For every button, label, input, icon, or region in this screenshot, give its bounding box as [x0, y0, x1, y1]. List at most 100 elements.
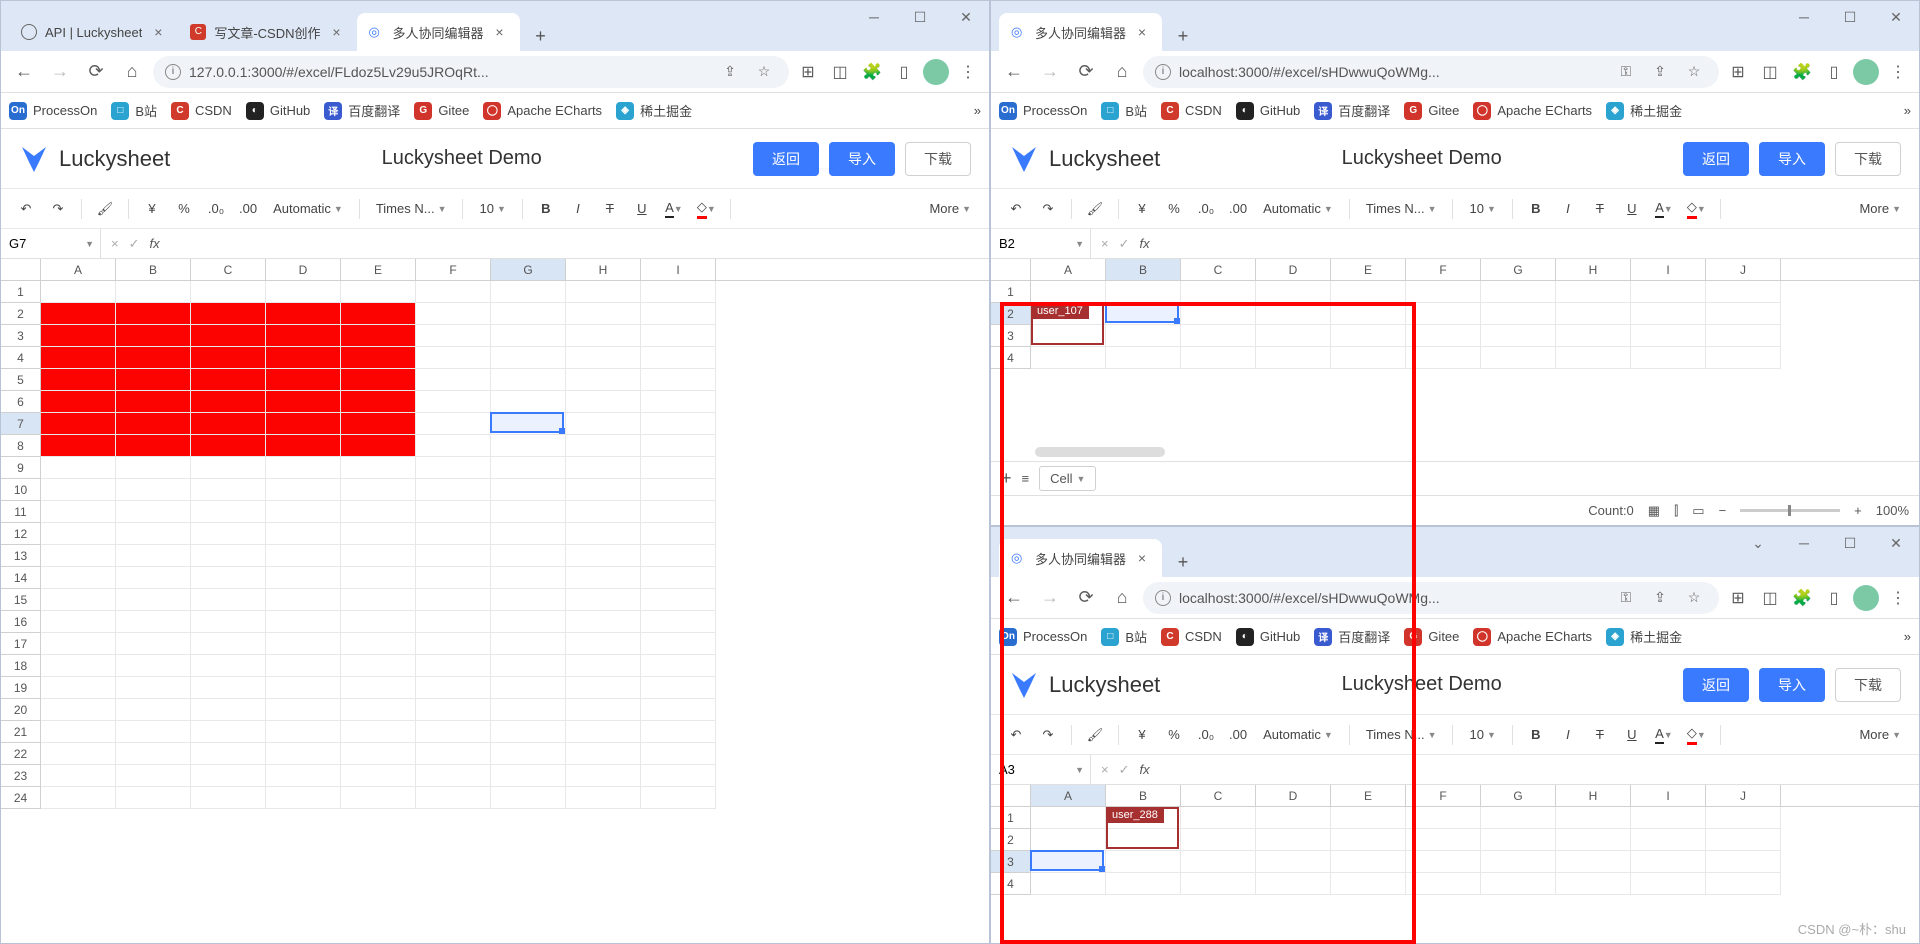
cell[interactable] [41, 589, 116, 611]
back-button[interactable]: ← [999, 583, 1029, 613]
bookmarks-overflow[interactable]: » [974, 103, 981, 118]
cell[interactable] [1106, 347, 1181, 369]
cell[interactable] [566, 435, 641, 457]
row-header[interactable]: 4 [991, 347, 1030, 369]
cell[interactable] [191, 281, 266, 303]
cell[interactable] [116, 655, 191, 677]
cell[interactable] [191, 545, 266, 567]
view-break-icon[interactable]: ▭ [1692, 503, 1704, 519]
cell[interactable] [1031, 807, 1106, 829]
cell[interactable] [1406, 851, 1481, 873]
cell[interactable] [41, 787, 116, 809]
more-button[interactable]: More ▼ [1853, 727, 1907, 742]
cell[interactable] [341, 787, 416, 809]
cell[interactable] [491, 391, 566, 413]
cell[interactable] [266, 611, 341, 633]
row-header[interactable]: 24 [1, 787, 40, 809]
cell[interactable] [191, 479, 266, 501]
cell[interactable] [266, 413, 341, 435]
new-tab-button[interactable]: + [526, 21, 556, 51]
profile-avatar[interactable] [923, 59, 949, 85]
inc-decimal-button[interactable]: .00 [1225, 195, 1251, 223]
cell[interactable] [1031, 303, 1106, 325]
cell[interactable] [116, 721, 191, 743]
menu-icon[interactable]: ⋮ [1885, 59, 1911, 85]
cell[interactable] [116, 699, 191, 721]
url-input[interactable]: i localhost:3000/#/excel/sHDwwuQoWMg... … [1143, 56, 1719, 88]
cell[interactable] [341, 523, 416, 545]
cell[interactable] [341, 479, 416, 501]
cell[interactable] [641, 303, 716, 325]
cell[interactable] [266, 787, 341, 809]
cell[interactable] [416, 281, 491, 303]
row-header[interactable]: 21 [1, 721, 40, 743]
cell[interactable] [1481, 325, 1556, 347]
cell[interactable] [191, 413, 266, 435]
site-info-icon[interactable]: i [1155, 64, 1171, 80]
cell[interactable] [191, 655, 266, 677]
cell[interactable] [1181, 303, 1256, 325]
more-button[interactable]: More ▼ [1853, 201, 1907, 216]
cell[interactable] [1481, 807, 1556, 829]
size-select[interactable]: 10 ▼ [473, 201, 511, 216]
cell[interactable] [1556, 807, 1631, 829]
row-header[interactable]: 5 [1, 369, 40, 391]
cell[interactable] [491, 501, 566, 523]
cell[interactable] [116, 479, 191, 501]
cell[interactable] [1706, 347, 1781, 369]
row-header[interactable]: 2 [991, 829, 1030, 851]
cell[interactable] [116, 765, 191, 787]
cell[interactable] [566, 303, 641, 325]
cell[interactable] [641, 369, 716, 391]
col-header[interactable]: G [491, 259, 566, 280]
cell[interactable] [416, 721, 491, 743]
cell[interactable] [1706, 325, 1781, 347]
app-logo[interactable]: Luckysheet [19, 144, 170, 174]
cell[interactable] [191, 787, 266, 809]
cell[interactable] [1031, 829, 1106, 851]
cell[interactable] [1631, 303, 1706, 325]
cell[interactable] [491, 787, 566, 809]
fill-color-button[interactable]: ◇ ▼ [1683, 721, 1710, 749]
close-icon[interactable]: × [329, 24, 345, 40]
row-header[interactable]: 16 [1, 611, 40, 633]
cell[interactable] [266, 523, 341, 545]
ext-icon[interactable]: ◫ [827, 59, 853, 85]
cell[interactable] [416, 325, 491, 347]
cell[interactable] [41, 633, 116, 655]
cell[interactable] [1481, 347, 1556, 369]
cell[interactable] [1106, 829, 1181, 851]
cell[interactable] [1406, 347, 1481, 369]
row-header[interactable]: 3 [991, 325, 1030, 347]
text-color-button[interactable]: A ▼ [1651, 195, 1677, 223]
cell[interactable] [491, 369, 566, 391]
text-color-button[interactable]: A ▼ [1651, 721, 1677, 749]
view-grid-icon[interactable]: ▦ [1648, 503, 1660, 519]
cell[interactable] [41, 721, 116, 743]
paint-button[interactable]: 🖌 [1082, 195, 1108, 223]
cell[interactable] [416, 501, 491, 523]
cell[interactable] [566, 787, 641, 809]
row-header[interactable]: 9 [1, 457, 40, 479]
underline-button[interactable]: U [629, 195, 655, 223]
row-header[interactable]: 11 [1, 501, 40, 523]
cell[interactable] [491, 589, 566, 611]
cell[interactable] [41, 677, 116, 699]
row-header[interactable]: 20 [1, 699, 40, 721]
cell[interactable] [1406, 325, 1481, 347]
text-color-button[interactable]: A ▼ [661, 195, 687, 223]
bookmark-ProcessOn[interactable]: OnProcessOn [999, 102, 1087, 120]
redo-button[interactable]: ↷ [45, 195, 71, 223]
cell[interactable] [191, 721, 266, 743]
view-page-icon[interactable]: ⫿ [1674, 503, 1678, 519]
cell[interactable] [266, 765, 341, 787]
cell[interactable] [341, 303, 416, 325]
row-header[interactable]: 19 [1, 677, 40, 699]
underline-button[interactable]: U [1619, 721, 1645, 749]
site-info-icon[interactable]: i [1155, 590, 1171, 606]
italic-button[interactable]: I [1555, 195, 1581, 223]
key-icon[interactable]: ⚿ [1613, 59, 1639, 85]
accept-icon[interactable]: ✓ [129, 236, 140, 252]
maximize-button[interactable]: ☐ [1827, 527, 1873, 559]
cell[interactable] [1331, 325, 1406, 347]
